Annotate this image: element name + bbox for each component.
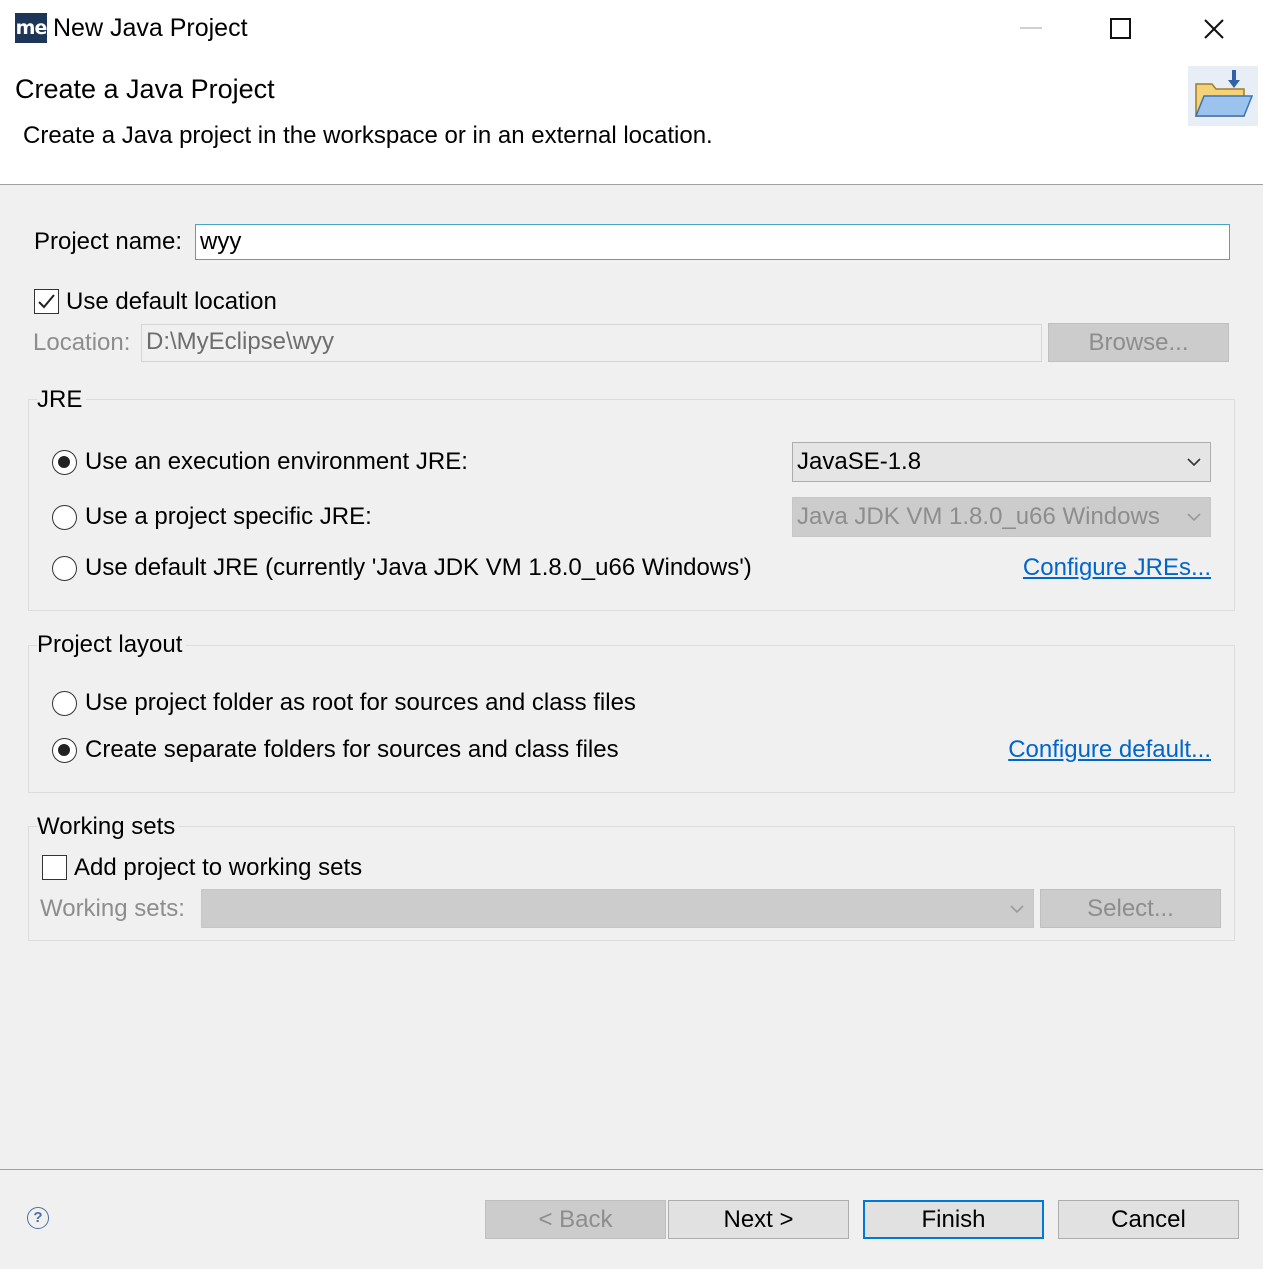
use-default-location-checkbox[interactable] [34,289,59,314]
project-layout-group [28,645,1235,793]
project-specific-jre-value: Java JDK VM 1.8.0_u66 Windows [797,503,1160,530]
jre-execution-env-radio[interactable] [52,450,77,475]
myeclipse-app-icon: me [15,13,47,43]
configure-jres-link[interactable]: Configure JREs... [1023,554,1211,582]
layout-root-folder-radio[interactable] [52,691,77,716]
chevron-down-icon [1187,458,1201,467]
page-description: Create a Java project in the workspace o… [23,122,713,149]
working-sets-group-title: Working sets [37,813,180,841]
wizard-header: Create a Java Project Create a Java proj… [0,58,1263,185]
minimize-button[interactable] [985,0,1077,58]
layout-separate-folders-radio[interactable] [52,738,77,763]
java-project-folder-icon [1188,66,1258,126]
project-name-input[interactable]: wyy [195,224,1230,260]
radio-selected-dot [58,456,70,468]
layout-root-folder-label: Use project folder as root for sources a… [85,689,636,716]
chevron-down-icon [1187,513,1201,522]
maximize-button[interactable] [1075,0,1167,58]
project-specific-jre-select[interactable]: Java JDK VM 1.8.0_u66 Windows [792,497,1211,537]
page-title: Create a Java Project [15,74,275,104]
maximize-icon [1110,18,1131,39]
title-bar: me New Java Project [0,0,1263,58]
layout-separate-folders-label: Create separate folders for sources and … [85,736,619,763]
working-sets-select[interactable] [201,889,1034,928]
close-button[interactable] [1168,0,1260,58]
finish-button[interactable]: Finish [863,1200,1044,1239]
working-sets-label: Working sets: [40,895,185,922]
location-label: Location: [33,329,131,356]
minimize-icon [1020,27,1042,29]
configure-default-link[interactable]: Configure default... [1008,736,1211,764]
browse-button[interactable]: Browse... [1048,323,1229,362]
select-working-sets-button[interactable]: Select... [1040,889,1221,928]
help-icon[interactable]: ? [27,1207,49,1229]
execution-env-select[interactable]: JavaSE-1.8 [792,442,1211,482]
cancel-button[interactable]: Cancel [1058,1200,1239,1239]
back-button[interactable]: < Back [485,1200,666,1239]
chevron-down-icon [1010,904,1024,913]
jre-project-specific-label: Use a project specific JRE: [85,503,372,530]
window-title: New Java Project [53,14,248,42]
jre-execution-env-label: Use an execution environment JRE: [85,448,468,475]
radio-selected-dot [58,744,70,756]
execution-env-value: JavaSE-1.8 [797,448,922,475]
project-name-label: Project name: [34,228,183,255]
location-input[interactable]: D:\MyEclipse\wyy [141,324,1042,362]
jre-default-radio[interactable] [52,556,77,581]
use-default-location-label: Use default location [66,288,277,315]
jre-group-title: JRE [37,386,87,414]
checkmark-icon [38,294,55,309]
add-to-working-sets-checkbox[interactable] [42,855,67,880]
footer-separator [0,1169,1263,1170]
next-button[interactable]: Next > [668,1200,849,1239]
close-icon [1204,19,1224,39]
project-layout-group-title: Project layout [37,631,187,659]
add-to-working-sets-label: Add project to working sets [74,854,363,881]
jre-default-label: Use default JRE (currently 'Java JDK VM … [85,554,752,581]
jre-project-specific-radio[interactable] [52,505,77,530]
